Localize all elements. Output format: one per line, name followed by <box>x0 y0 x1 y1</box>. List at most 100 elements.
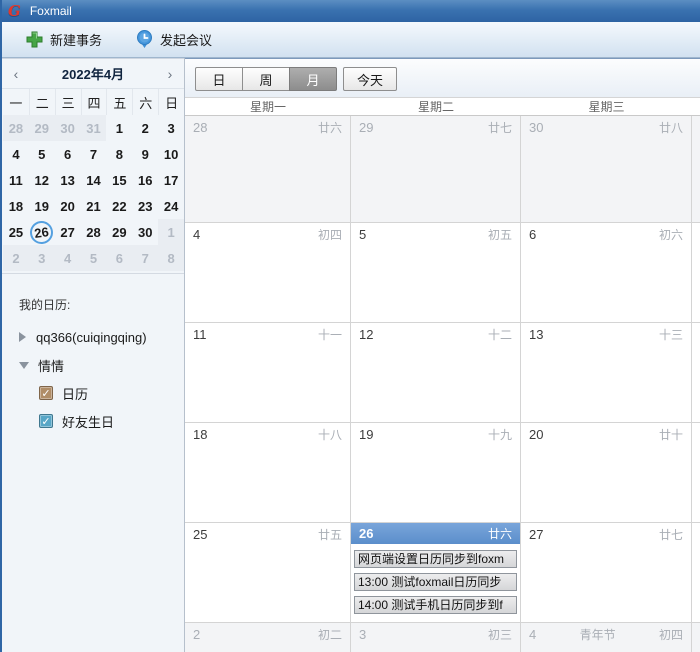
calendar-day-cell[interactable]: 28廿六 <box>185 116 351 222</box>
mini-day-cell[interactable]: 3 <box>158 115 184 141</box>
mini-day-cell[interactable]: 14 <box>81 167 107 193</box>
mini-day-cell[interactable]: 30 <box>55 115 81 141</box>
cell-header: 31廿九 <box>692 116 700 138</box>
view-button-月[interactable]: 月 <box>289 67 337 91</box>
calendar-day-cell[interactable]: 30廿八 <box>521 116 692 222</box>
today-button[interactable]: 今天 <box>343 67 397 91</box>
event-item[interactable]: 网页端设置日历同步到foxm <box>354 550 517 568</box>
mini-day-cell[interactable]: 9 <box>132 141 158 167</box>
mini-day-cell[interactable]: 31 <box>81 115 107 141</box>
calendar-day-cell[interactable]: 27廿七 <box>521 523 692 622</box>
mini-day-cell[interactable]: 23 <box>132 193 158 219</box>
mini-day-cell[interactable]: 28 <box>3 115 29 141</box>
mini-day-cell[interactable]: 1 <box>106 115 132 141</box>
mini-day-cell[interactable]: 3 <box>29 245 55 271</box>
mini-day-cell[interactable]: 19 <box>29 193 55 219</box>
mini-day-cell[interactable]: 2 <box>3 245 29 271</box>
mini-day-cell[interactable]: 26 <box>29 219 55 245</box>
mini-day-cell[interactable]: 5 <box>29 141 55 167</box>
mini-day-cell[interactable]: 29 <box>29 115 55 141</box>
view-button-周[interactable]: 周 <box>242 67 290 91</box>
lunar-date: 廿八 <box>659 119 683 136</box>
calendar-day-cell[interactable]: 28廿八 <box>692 523 700 622</box>
event-item[interactable]: 14:00 测试手机日历同步到f <box>354 596 517 614</box>
calendar-day-cell[interactable]: 14十四 <box>692 323 700 422</box>
mini-calendar-weekdays: 一二三四五六日 <box>2 89 184 115</box>
calendar-group-qq366[interactable]: qq366(cuiqingqing) <box>2 323 184 351</box>
mini-day-cell[interactable]: 24 <box>158 193 184 219</box>
day-header-label: 星期四 <box>692 98 700 115</box>
calendar-day-cell[interactable]: 18十八 <box>185 423 351 522</box>
lunar-date: 廿七 <box>659 526 683 543</box>
calendar-day-cell[interactable]: 6初六 <box>521 223 692 322</box>
mini-day-cell[interactable]: 29 <box>106 219 132 245</box>
mini-day-cell[interactable]: 7 <box>132 245 158 271</box>
next-month-arrow[interactable]: › <box>156 66 184 82</box>
mini-day-cell[interactable]: 10 <box>158 141 184 167</box>
mini-day-cell[interactable]: 13 <box>55 167 81 193</box>
cell-header: 3初三 <box>351 623 520 645</box>
mini-day-cell[interactable]: 4 <box>3 141 29 167</box>
calendar-day-cell[interactable]: 2初二 <box>185 623 351 652</box>
calendar-item-rili[interactable]: ✓ 日历 <box>2 379 184 407</box>
day-header-label: 星期三 <box>521 98 692 115</box>
new-task-button[interactable]: 新建事务 <box>16 26 112 54</box>
mini-day-cell[interactable]: 4 <box>55 245 81 271</box>
collapsed-arrow-icon[interactable] <box>19 332 26 342</box>
calendar-day-cell[interactable]: 3初三 <box>351 623 521 652</box>
calendar-day-cell[interactable]: 5初五 <box>351 223 521 322</box>
calendar-day-cell[interactable]: 31廿九 <box>692 116 700 222</box>
calendar-item-birthday[interactable]: ✓ 好友生日 <box>2 407 184 435</box>
expanded-arrow-icon[interactable] <box>19 362 29 369</box>
date-number: 4 <box>529 627 536 642</box>
mini-day-cell[interactable]: 25 <box>3 219 29 245</box>
calendar-checkbox[interactable]: ✓ <box>39 414 53 428</box>
calendar-day-cell[interactable]: 19十九 <box>351 423 521 522</box>
mini-day-cell[interactable]: 2 <box>132 115 158 141</box>
mini-calendar-row: 45678910 <box>2 141 184 167</box>
calendar-day-cell[interactable]: 13十三 <box>521 323 692 422</box>
calendar-day-cell[interactable]: 29廿七 <box>351 116 521 222</box>
calendar-checkbox[interactable]: ✓ <box>39 386 53 400</box>
calendar-group-qingqing[interactable]: 情情 <box>2 351 184 379</box>
mini-day-cell[interactable]: 30 <box>132 219 158 245</box>
date-number: 2 <box>193 627 200 642</box>
mini-day-cell[interactable]: 20 <box>55 193 81 219</box>
mini-day-cell[interactable]: 18 <box>3 193 29 219</box>
calendar-day-cell[interactable]: 25廿五 <box>185 523 351 622</box>
calendar-day-cell[interactable]: 4青年节初四 <box>521 623 692 652</box>
calendar-day-cell[interactable]: 21廿一 <box>692 423 700 522</box>
calendar-day-cell[interactable]: 7初七 <box>692 223 700 322</box>
mini-day-cell[interactable]: 12 <box>29 167 55 193</box>
start-meeting-button[interactable]: 发起会议 <box>126 26 222 54</box>
date-number: 25 <box>193 527 207 542</box>
mini-day-cell[interactable]: 17 <box>158 167 184 193</box>
calendar-day-cell[interactable]: 11十一 <box>185 323 351 422</box>
mini-day-cell[interactable]: 8 <box>106 141 132 167</box>
mini-day-cell[interactable]: 16 <box>132 167 158 193</box>
calendar-day-cell[interactable]: 20廿十 <box>521 423 692 522</box>
calendar-day-cell[interactable]: 5初五 <box>692 623 700 652</box>
calendar-day-cell[interactable]: 12十二 <box>351 323 521 422</box>
mini-day-cell[interactable]: 5 <box>81 245 107 271</box>
mini-day-cell[interactable]: 27 <box>55 219 81 245</box>
mini-day-cell[interactable]: 7 <box>81 141 107 167</box>
mini-day-cell[interactable]: 11 <box>3 167 29 193</box>
calendar-day-cell[interactable]: 26廿六网页端设置日历同步到foxm13:00 测试foxmail日历同步14:… <box>351 523 521 622</box>
view-button-日[interactable]: 日 <box>195 67 243 91</box>
mini-day-cell[interactable]: 8 <box>158 245 184 271</box>
mini-calendar-header: ‹ 2022年4月 › <box>2 59 184 89</box>
mini-day-cell[interactable]: 1 <box>158 219 184 245</box>
mini-day-cell[interactable]: 21 <box>81 193 107 219</box>
mini-day-cell[interactable]: 22 <box>106 193 132 219</box>
mini-day-cell[interactable]: 28 <box>81 219 107 245</box>
calendar-day-cell[interactable]: 4初四 <box>185 223 351 322</box>
mini-day-cell[interactable]: 15 <box>106 167 132 193</box>
date-number: 13 <box>529 327 543 342</box>
mini-day-cell[interactable]: 6 <box>106 245 132 271</box>
prev-month-arrow[interactable]: ‹ <box>2 66 30 82</box>
mini-day-cell[interactable]: 6 <box>55 141 81 167</box>
start-meeting-label: 发起会议 <box>160 30 212 49</box>
plus-icon <box>26 31 43 48</box>
event-item[interactable]: 13:00 测试foxmail日历同步 <box>354 573 517 591</box>
